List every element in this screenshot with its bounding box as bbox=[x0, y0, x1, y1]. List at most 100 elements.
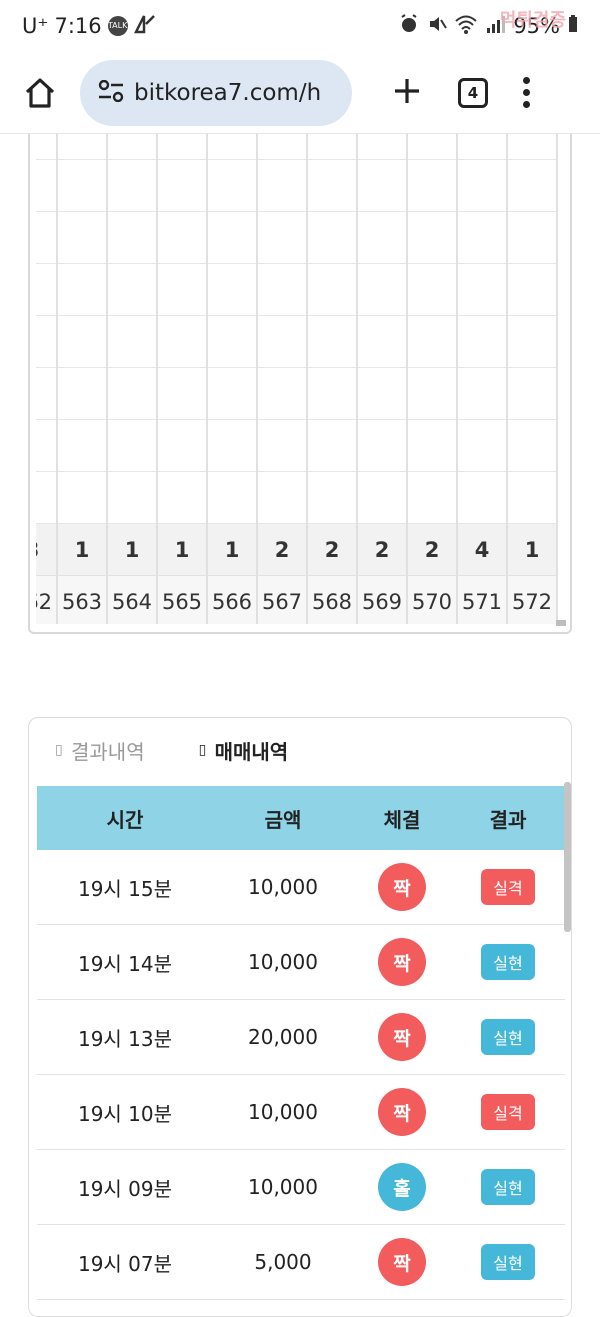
grid-cell bbox=[36, 160, 56, 212]
trade-time: 19시 13분 bbox=[77, 1026, 173, 1051]
grid-cell bbox=[108, 212, 156, 264]
grid-cell bbox=[58, 420, 106, 472]
result-badge: 실현 bbox=[481, 1019, 535, 1055]
clock: 7:16 bbox=[54, 14, 102, 38]
grid-cell bbox=[158, 420, 206, 472]
grid-cell bbox=[108, 316, 156, 368]
grid-cell bbox=[158, 212, 206, 264]
count-cell: 1 bbox=[108, 524, 156, 576]
grid-cell bbox=[458, 212, 506, 264]
grid-cell bbox=[108, 264, 156, 316]
trade-amount: 10,000 bbox=[248, 1175, 318, 1199]
grid-cell bbox=[158, 160, 206, 212]
grid-cell bbox=[508, 420, 556, 472]
alarm-icon bbox=[399, 13, 419, 39]
url-text[interactable]: bitkorea7.com/h bbox=[134, 80, 321, 106]
trade-time: 19시 15분 bbox=[77, 876, 173, 901]
home-button[interactable] bbox=[20, 73, 60, 113]
history-card: ▯ 결과내역 ▯ 매매내역 시간 금액 체결 결과 19시 15분 10,000 짝… bbox=[28, 717, 572, 1317]
grid-cell bbox=[58, 264, 106, 316]
trade-amount: 20,000 bbox=[248, 1025, 318, 1049]
trade-amount: 5,000 bbox=[254, 1250, 312, 1274]
trade-side-cell: 짝 bbox=[353, 1088, 451, 1136]
notification-icon bbox=[133, 14, 156, 39]
pattern-grid[interactable]: 3562156315641565156625672568256925704571… bbox=[36, 134, 566, 624]
round-number-cell: 566 bbox=[208, 576, 256, 624]
grid-cell bbox=[308, 368, 356, 420]
wifi-icon bbox=[455, 14, 477, 39]
grid-cell bbox=[208, 316, 256, 368]
trade-result-cell: 실현 bbox=[451, 944, 565, 980]
grid-cell bbox=[208, 420, 256, 472]
count-cell: 1 bbox=[508, 524, 556, 576]
tab-trades[interactable]: ▯ 매매내역 bbox=[199, 736, 289, 765]
grid-cell bbox=[408, 316, 456, 368]
trade-time: 19시 14분 bbox=[77, 951, 173, 976]
count-cell: 1 bbox=[208, 524, 256, 576]
grid-cell bbox=[508, 212, 556, 264]
grid-column: 1 565 bbox=[158, 134, 208, 624]
count-cell: 1 bbox=[58, 524, 106, 576]
trade-side-cell: 홀 bbox=[353, 1163, 451, 1211]
trade-time: 19시 10분 bbox=[77, 1101, 173, 1126]
kakaotalk-icon: TALK bbox=[107, 16, 128, 36]
grid-cell bbox=[258, 316, 306, 368]
tab-switcher-button[interactable]: 4 bbox=[458, 77, 488, 108]
grid-cell bbox=[458, 420, 506, 472]
watermark-logo: 먹튀검증 bbox=[499, 10, 566, 31]
round-number-cell: 569 bbox=[358, 576, 406, 624]
count-cell: 2 bbox=[358, 524, 406, 576]
status-bar: U⁺ 7:16 TALK 95% 먹튀검증 bbox=[0, 0, 600, 52]
grid-cell bbox=[108, 368, 156, 420]
table-row: 19시 14분 10,000 짝 실현 bbox=[37, 925, 565, 1000]
grid-cell bbox=[508, 134, 556, 160]
horizontal-scrollbar[interactable] bbox=[556, 620, 566, 626]
trade-time: 19시 07분 bbox=[77, 1251, 173, 1276]
tab-results-label: 결과내역 bbox=[71, 739, 145, 764]
side-badge: 짝 bbox=[378, 1088, 426, 1136]
grid-column: 2 570 bbox=[408, 134, 458, 624]
round-number-cell: 562 bbox=[36, 576, 56, 624]
grid-cell bbox=[358, 160, 406, 212]
count-cell: 3 bbox=[36, 524, 56, 576]
grid-cell bbox=[258, 134, 306, 160]
results-tab-icon: ▯ bbox=[55, 742, 63, 758]
result-badge: 실현 bbox=[481, 944, 535, 980]
round-number-cell: 572 bbox=[508, 576, 556, 624]
grid-cell bbox=[36, 134, 56, 160]
count-cell: 2 bbox=[258, 524, 306, 576]
trade-result-cell: 실격 bbox=[451, 1094, 565, 1130]
grid-column: 3562 bbox=[36, 134, 58, 624]
grid-cell bbox=[308, 264, 356, 316]
more-menu-icon[interactable] bbox=[522, 77, 530, 108]
round-number-cell: 563 bbox=[58, 576, 106, 624]
grid-cell bbox=[258, 472, 306, 524]
grid-cell bbox=[458, 316, 506, 368]
trade-result-cell: 실현 bbox=[451, 1169, 565, 1205]
grid-cell bbox=[358, 420, 406, 472]
grid-cell bbox=[308, 316, 356, 368]
grid-cell bbox=[208, 160, 256, 212]
grid-cell bbox=[408, 160, 456, 212]
tab-results[interactable]: ▯ 결과내역 bbox=[55, 736, 145, 765]
grid-cell bbox=[108, 472, 156, 524]
new-tab-button[interactable] bbox=[390, 73, 424, 113]
grid-column: 1 564 bbox=[108, 134, 158, 624]
grid-cell bbox=[458, 368, 506, 420]
trade-side-cell: 짝 bbox=[353, 863, 451, 911]
table-row: 19시 15분 10,000 짝 실격 bbox=[37, 850, 565, 925]
round-number-cell: 570 bbox=[408, 576, 456, 624]
table-header: 시간 금액 체결 결과 bbox=[37, 786, 565, 850]
address-bar[interactable]: bitkorea7.com/h bbox=[80, 59, 352, 126]
grid-cell bbox=[408, 420, 456, 472]
grid-cell bbox=[358, 134, 406, 160]
grid-cell bbox=[458, 472, 506, 524]
table-row: 19시 07분 5,000 짝 실현 bbox=[37, 1225, 565, 1300]
site-settings-icon[interactable] bbox=[98, 79, 124, 106]
header-time: 시간 bbox=[106, 807, 144, 832]
vertical-scrollbar[interactable] bbox=[564, 782, 571, 932]
grid-column: 1 563 bbox=[58, 134, 108, 624]
grid-cell bbox=[358, 472, 406, 524]
trade-amount: 10,000 bbox=[248, 875, 318, 899]
tab-trades-label: 매매내역 bbox=[214, 739, 289, 764]
